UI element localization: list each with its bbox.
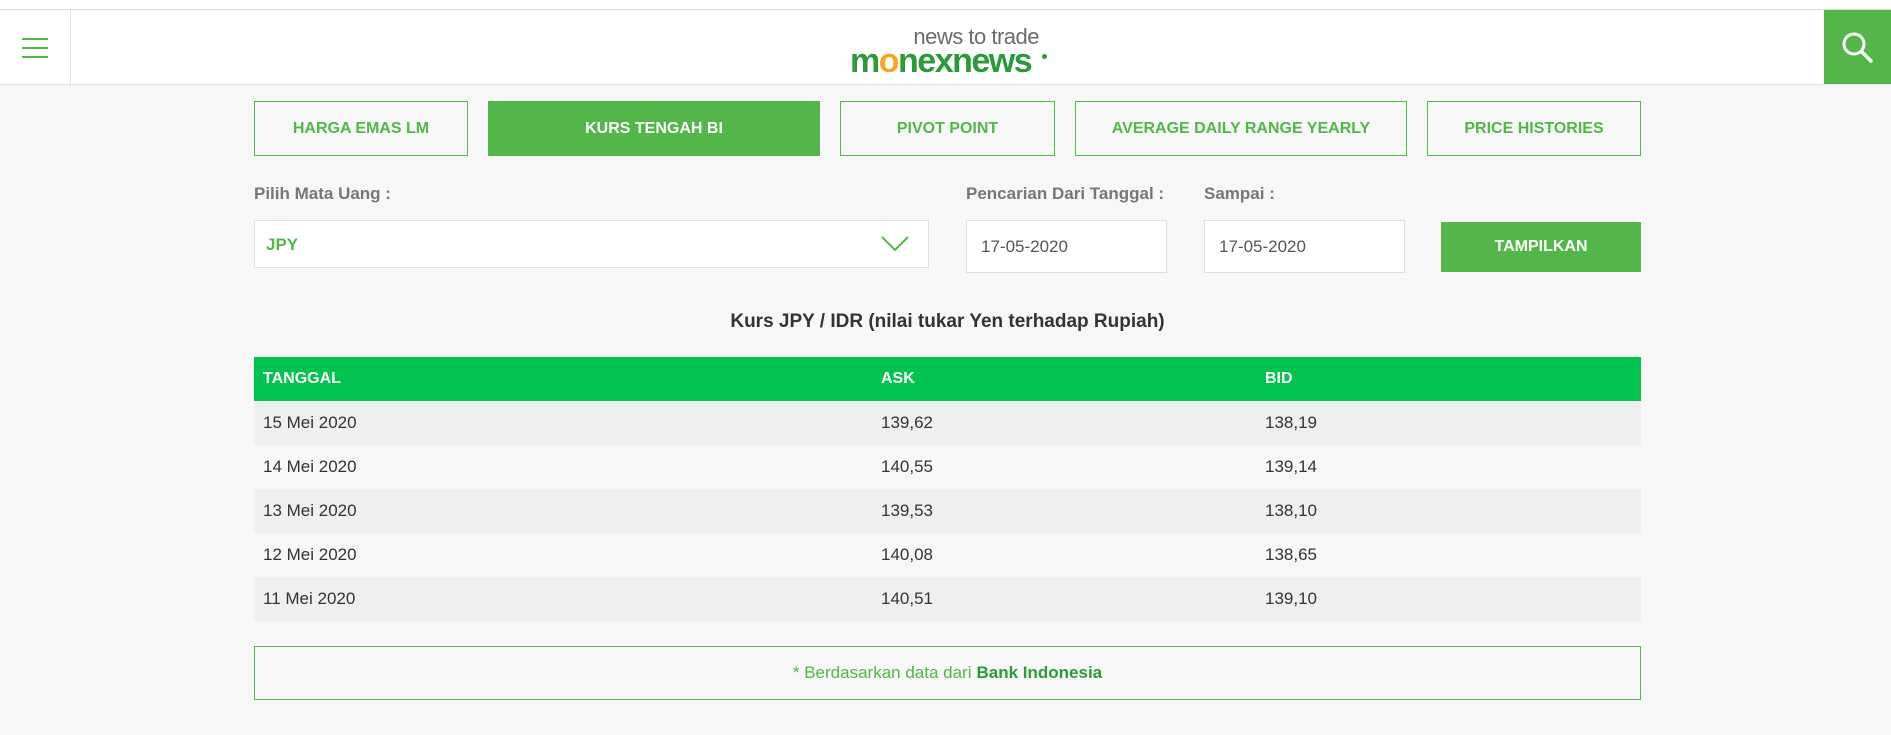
chevron-down-icon: [881, 236, 909, 252]
cell-date: 14 Mei 2020: [263, 457, 357, 476]
top-border: [0, 0, 1891, 10]
hamburger-icon-line: [22, 47, 48, 49]
bank-indonesia-link[interactable]: Bank Indonesia: [976, 663, 1102, 683]
column-header-tanggal: TANGGAL: [263, 370, 341, 387]
tab-pivot-point[interactable]: PIVOT POINT: [840, 101, 1055, 156]
column-header-ask: ASK: [881, 370, 915, 387]
from-date-input[interactable]: 17-05-2020: [966, 220, 1167, 273]
table-caption: Kurs JPY / IDR (nilai tukar Yen terhadap…: [730, 311, 1165, 332]
search-icon: [1842, 32, 1873, 63]
tab-kurs-tengah-bi[interactable]: KURS TENGAH BI: [488, 101, 820, 156]
logo-brand: monexnews: [850, 42, 1033, 80]
search-button[interactable]: [1824, 10, 1891, 84]
site-header: news to trade monexnews: [0, 10, 1891, 85]
hamburger-icon: [22, 38, 48, 40]
tampilkan-button[interactable]: TAMPILKAN: [1441, 222, 1641, 272]
table-row: 12 Mei 2020 140,08 138,65: [254, 533, 1641, 577]
note-prefix: * Berdasarkan data dari: [792, 663, 972, 682]
currency-label: Pilih Mata Uang :: [254, 184, 391, 203]
logo-brand-o: o: [878, 42, 900, 80]
to-date-input[interactable]: 17-05-2020: [1204, 220, 1405, 273]
data-source-note: * Berdasarkan data dari Bank Indonesia: [254, 646, 1641, 700]
cell-bid: 138,19: [1265, 413, 1317, 432]
site-logo[interactable]: news to trade monexnews: [850, 24, 1047, 78]
cell-ask: 139,53: [881, 501, 933, 520]
logo-registered-mark: [1042, 54, 1047, 59]
tab-average-daily-range-yearly[interactable]: AVERAGE DAILY RANGE YEARLY: [1075, 101, 1407, 156]
table-row: 15 Mei 2020 139,62 138,19: [254, 401, 1641, 445]
exchange-rate-table: TANGGAL ASK BID 15 Mei 2020 139,62 138,1…: [254, 357, 1641, 621]
table-header-row: TANGGAL ASK BID: [254, 357, 1641, 401]
cell-bid: 138,65: [1265, 545, 1317, 564]
currency-select[interactable]: JPY: [254, 220, 929, 268]
table-row: 11 Mei 2020 140,51 139,10: [254, 577, 1641, 621]
cell-ask: 140,51: [881, 589, 933, 608]
tab-harga-emas-lm[interactable]: HARGA EMAS LM: [254, 101, 468, 156]
currency-selected-value: JPY: [266, 235, 299, 254]
hamburger-icon-line: [22, 56, 48, 58]
market-tabs: HARGA EMAS LM KURS TENGAH BI PIVOT POINT…: [254, 101, 1641, 156]
cell-date: 15 Mei 2020: [263, 413, 357, 432]
to-date-label: Sampai :: [1204, 184, 1275, 203]
table-row: 13 Mei 2020 139,53 138,10: [254, 489, 1641, 533]
logo-brand-part: m: [850, 42, 880, 80]
logo-brand-part: nexnews: [898, 42, 1033, 80]
cell-ask: 140,55: [881, 457, 933, 476]
cell-ask: 140,08: [881, 545, 933, 564]
cell-bid: 139,14: [1265, 457, 1317, 476]
cell-date: 11 Mei 2020: [263, 589, 356, 608]
cell-ask: 139,62: [881, 413, 933, 432]
column-header-bid: BID: [1265, 370, 1293, 387]
cell-date: 13 Mei 2020: [263, 501, 357, 520]
hamburger-menu-button[interactable]: [0, 10, 71, 84]
cell-bid: 138,10: [1265, 501, 1317, 520]
from-date-label: Pencarian Dari Tanggal :: [966, 184, 1165, 203]
cell-bid: 139,10: [1265, 589, 1317, 608]
table-row: 14 Mei 2020 140,55 139,14: [254, 445, 1641, 489]
tab-price-histories[interactable]: PRICE HISTORIES: [1427, 101, 1641, 156]
cell-date: 12 Mei 2020: [263, 545, 357, 564]
